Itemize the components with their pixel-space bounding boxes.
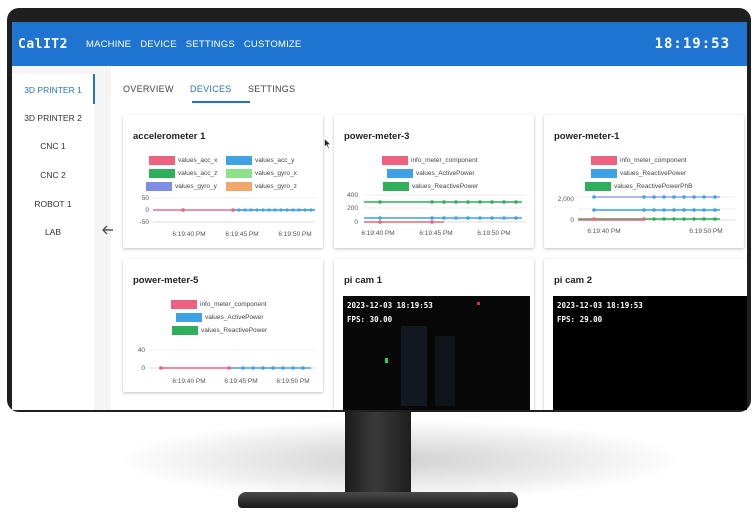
tab-active-indicator <box>192 101 250 103</box>
monitor-stand-base <box>238 492 518 508</box>
x-tick-label: 6:19:40 PM <box>172 231 205 238</box>
x-tick-label: 6:19:45 PM <box>225 231 258 238</box>
pm3-chart: 400 200 0 6:19:40 PM 6:19:45 PM 6:19:50 … <box>347 192 526 237</box>
legend-item[interactable]: info_meter_component <box>171 300 267 309</box>
x-tick-label: 6:19:50 PM <box>477 230 510 237</box>
y-tick-label: 0 <box>145 207 149 214</box>
device-card-power-meter-1[interactable]: power-meter-1 info_meter_component value… <box>544 115 744 248</box>
sidebar-item-3d-printer-1[interactable]: 3D PRINTER 1 <box>12 85 94 95</box>
legend-item[interactable]: values_gyro_y <box>146 182 217 191</box>
x-tick-label: 6:19:50 PM <box>689 228 722 235</box>
sidebar-item-robot-1[interactable]: ROBOT 1 <box>12 199 94 209</box>
legend-item[interactable]: values_acc_x <box>149 156 217 165</box>
y-tick-label: 400 <box>347 192 358 199</box>
tab-settings[interactable]: SETTINGS <box>248 84 295 94</box>
y-tick-label: -50 <box>140 219 150 226</box>
y-tick-label: 2,000 <box>558 196 575 203</box>
sidebar: 3D PRINTER 1 3D PRINTER 2 CNC 1 CNC 2 RO… <box>12 74 94 410</box>
sidebar-item-cnc-2[interactable]: CNC 2 <box>12 170 94 180</box>
nav-customize[interactable]: CUSTOMIZE <box>244 39 302 50</box>
sidebar-item-3d-printer-2[interactable]: 3D PRINTER 2 <box>12 113 94 123</box>
pm5-chart: 40 0 6:19:40 PM 6:19:45 PM 6:19:50 PM <box>138 347 315 385</box>
nav-device[interactable]: DEVICE <box>140 39 177 50</box>
nav-machine[interactable]: MACHINE <box>86 39 131 50</box>
card-title: accelerometer 1 <box>133 131 206 142</box>
y-tick-label: 0 <box>141 365 145 372</box>
device-card-power-meter-3[interactable]: power-meter-3 info_meter_component value… <box>334 115 534 248</box>
legend-item[interactable]: info_meter_component <box>591 156 687 165</box>
camera-fps: FPS: 30.00 <box>347 315 393 324</box>
back-arrow-icon[interactable] <box>100 222 116 238</box>
clock: 18:19:53 <box>654 36 730 52</box>
device-card-pi-cam-2[interactable]: pi cam 2 2023-12-03 18:19:53 FPS: 29.00 <box>544 259 747 410</box>
device-card-pi-cam-1[interactable]: pi cam 1 2023-12-03 18:19:53 FPS: 30.00 <box>334 259 534 410</box>
acc-chart: 50 0 -50 6:19:40 PM 6:19:45 PM 6:19:50 P… <box>140 195 315 238</box>
camera-feed[interactable] <box>553 296 747 410</box>
x-tick-label: 6:19:50 PM <box>276 378 309 385</box>
legend-item[interactable]: values_acc_z <box>149 169 217 178</box>
legend-item[interactable]: values_ReactivePower <box>172 326 267 335</box>
card-title: power-meter-1 <box>554 131 620 142</box>
sidebar-item-cnc-1[interactable]: CNC 1 <box>12 141 94 151</box>
legend-item[interactable]: values_acc_y <box>226 156 294 165</box>
mouse-cursor-icon <box>324 138 332 149</box>
y-tick-label: 40 <box>138 347 146 354</box>
device-card-power-meter-5[interactable]: power-meter-5 info_meter_component value… <box>123 259 323 392</box>
x-tick-label: 6:19:40 PM <box>587 228 620 235</box>
x-tick-label: 6:19:40 PM <box>361 230 394 237</box>
monitor-stand-neck <box>345 408 411 500</box>
y-tick-label: 50 <box>142 195 150 202</box>
legend-item[interactable]: values_gyro_z <box>226 182 297 191</box>
app-title[interactable]: CalIT2 <box>18 37 68 52</box>
x-tick-label: 6:19:45 PM <box>224 378 257 385</box>
camera-feed[interactable] <box>343 296 530 410</box>
legend-item[interactable]: info_meter_component <box>382 156 478 165</box>
legend-item[interactable]: values_ActivePower <box>387 169 475 178</box>
pm1-chart: 2,000 0 6:19:40 PM 6:19:50 PM <box>558 195 736 235</box>
tab-devices[interactable]: DEVICES <box>190 84 232 94</box>
legend-item[interactable]: values_gyro_x <box>226 169 297 178</box>
x-tick-label: 6:19:45 PM <box>419 230 452 237</box>
sidebar-active-indicator <box>93 74 95 104</box>
card-title: power-meter-5 <box>133 275 199 286</box>
x-tick-label: 6:19:40 PM <box>172 378 205 385</box>
sidebar-item-lab[interactable]: LAB <box>12 227 94 237</box>
card-title: pi cam 2 <box>554 275 593 286</box>
legend-item[interactable]: values_ReactivePower <box>591 169 686 178</box>
device-card-accelerometer[interactable]: accelerometer 1 values_acc_x values_acc_… <box>123 115 323 248</box>
card-title: power-meter-3 <box>344 131 410 142</box>
top-app-bar: CalIT2 MACHINE DEVICE SETTINGS CUSTOMIZE… <box>12 22 747 66</box>
y-tick-label: 0 <box>570 217 574 224</box>
x-tick-label: 6:19:50 PM <box>278 231 311 238</box>
app-screen: CalIT2 MACHINE DEVICE SETTINGS CUSTOMIZE… <box>12 22 747 410</box>
camera-fps: FPS: 29.00 <box>557 315 603 324</box>
nav-settings[interactable]: SETTINGS <box>186 39 235 50</box>
y-tick-label: 200 <box>347 205 358 212</box>
tab-overview[interactable]: OVERVIEW <box>123 84 174 94</box>
card-title: pi cam 1 <box>344 275 383 286</box>
camera-timestamp: 2023-12-03 18:19:53 <box>347 301 433 310</box>
legend-item[interactable]: values_ActivePower <box>176 313 264 322</box>
y-tick-label: 0 <box>354 219 358 226</box>
camera-timestamp: 2023-12-03 18:19:53 <box>557 301 643 310</box>
